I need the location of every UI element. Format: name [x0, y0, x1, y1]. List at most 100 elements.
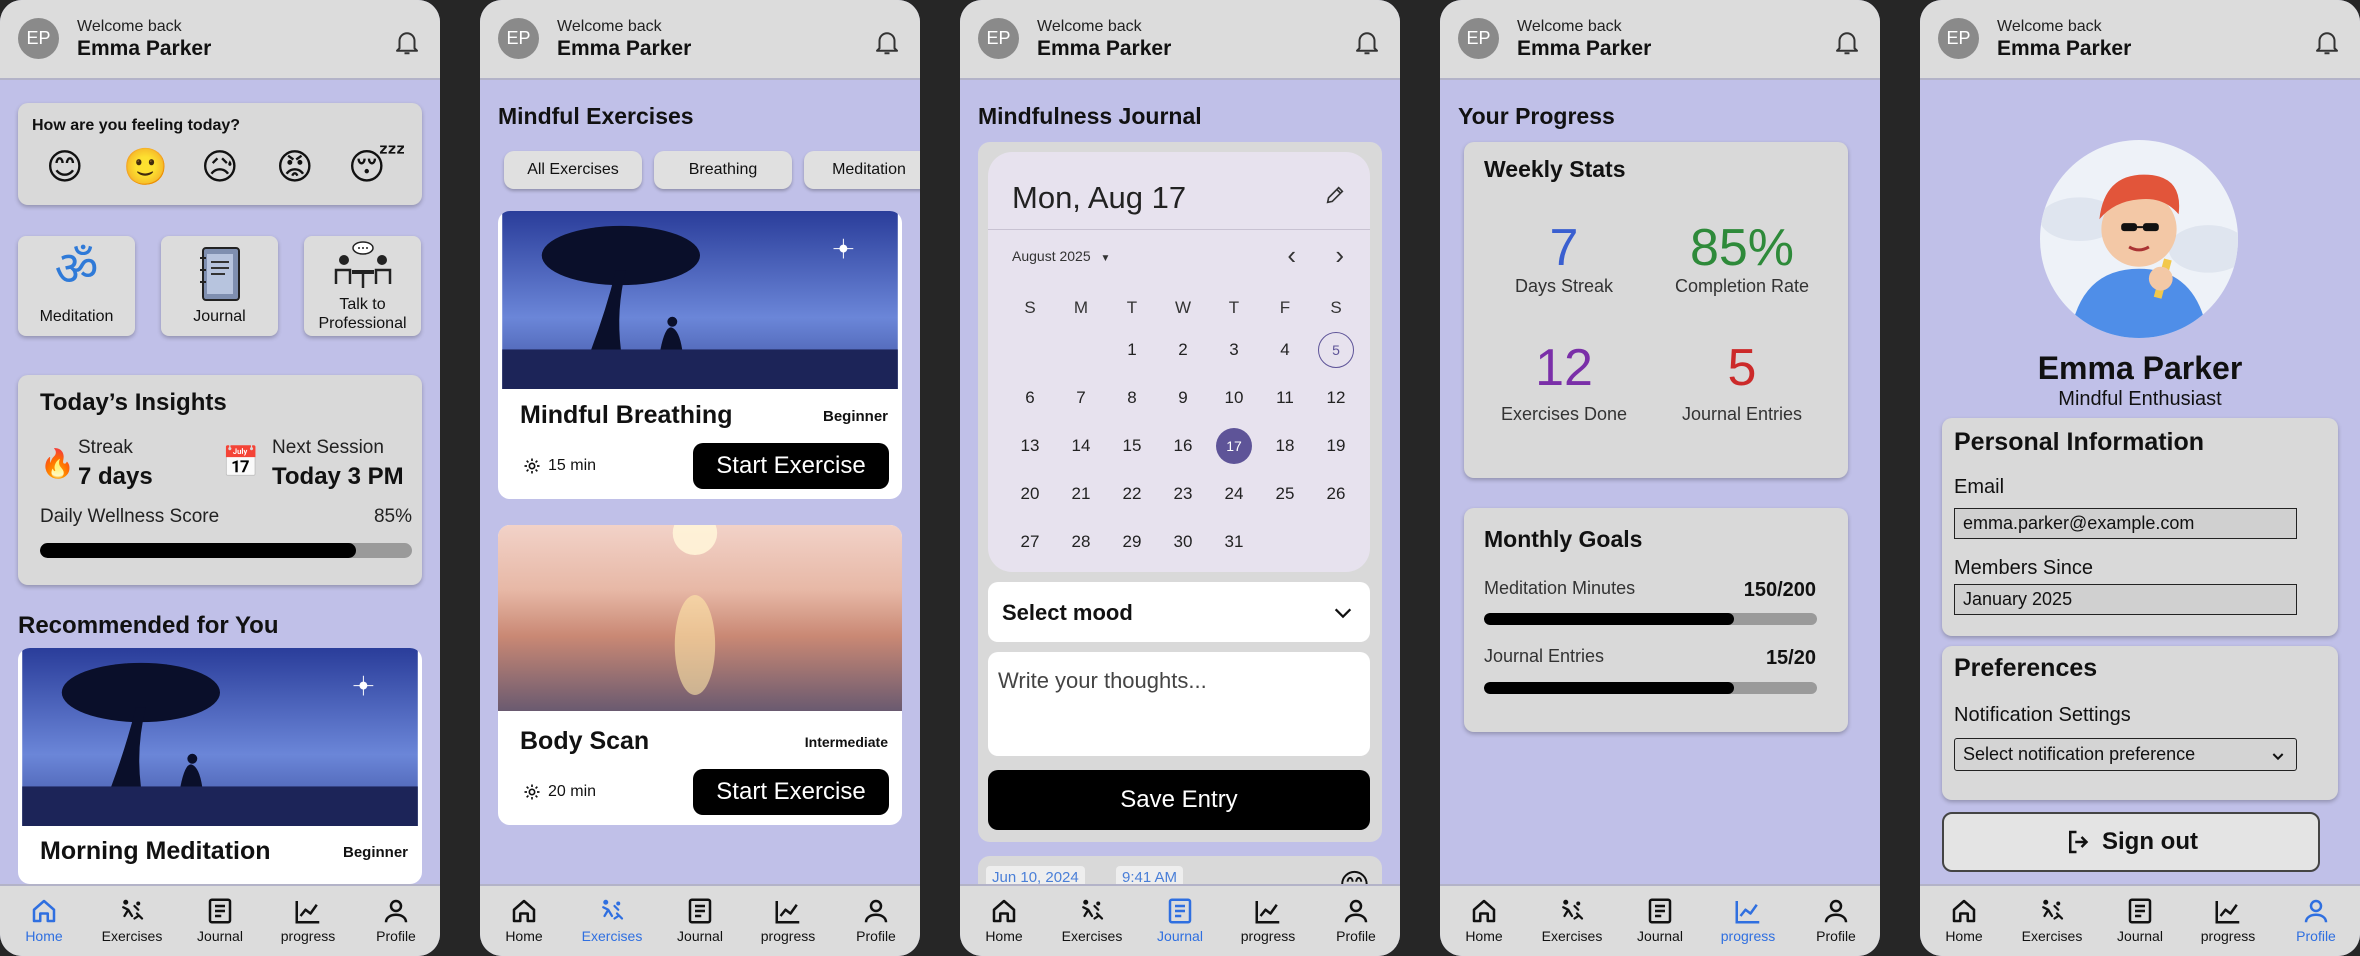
calendar-day[interactable]: 15 [1114, 428, 1150, 464]
exercise-card[interactable]: Mindful Breathing Beginner 15 min Start … [498, 211, 902, 499]
calendar-day[interactable]: 29 [1114, 524, 1150, 560]
avatar[interactable]: EP [18, 18, 59, 59]
tab-exercises[interactable]: Exercises [1048, 886, 1136, 956]
prev-month-icon[interactable]: ‹ [1287, 240, 1296, 271]
tab-home[interactable]: Home [1920, 886, 2008, 956]
calendar-day[interactable]: 6 [1012, 380, 1048, 416]
calendar-day[interactable]: 3 [1216, 332, 1252, 368]
calendar-day[interactable]: 21 [1063, 476, 1099, 512]
bell-icon[interactable] [392, 26, 422, 58]
notification-select[interactable]: Select notification preference [1954, 738, 2297, 771]
tab-progress[interactable]: progress [2184, 886, 2272, 956]
calendar-day[interactable]: 17 [1216, 428, 1252, 464]
tab-journal[interactable]: Journal [1136, 886, 1224, 956]
calendar-day[interactable]: 19 [1318, 428, 1354, 464]
tab-journal[interactable]: Journal [1616, 886, 1704, 956]
mood-sleepy-icon[interactable]: 😴 [348, 147, 406, 187]
calendar-day[interactable]: 28 [1063, 524, 1099, 560]
exercise-card[interactable]: Body Scan Intermediate 20 min Start Exer… [498, 525, 902, 825]
calendar-day[interactable]: 26 [1318, 476, 1354, 512]
mood-card: How are you feeling today? 😊 🙂 😥 😡 😴 [18, 103, 422, 205]
tab-exercises[interactable]: Exercises [1528, 886, 1616, 956]
email-label: Email [1954, 476, 2005, 498]
save-entry-button[interactable]: Save Entry [988, 770, 1370, 830]
avatar[interactable]: EP [498, 18, 539, 59]
tab-profile[interactable]: Profile [352, 886, 440, 956]
tab-progress[interactable]: progress [1224, 886, 1312, 956]
quick-meditation-button[interactable]: ॐ Meditation [18, 236, 135, 336]
calendar-day[interactable]: 12 [1318, 380, 1354, 416]
mood-neutral-icon[interactable]: 🙂 [123, 147, 168, 187]
calendar-day[interactable]: 5 [1318, 332, 1354, 368]
calendar-day[interactable]: 16 [1165, 428, 1201, 464]
calendar-day[interactable]: 22 [1114, 476, 1150, 512]
calendar-day[interactable]: 30 [1165, 524, 1201, 560]
tab-progress[interactable]: progress [1704, 886, 1792, 956]
calendar-day[interactable]: 13 [1012, 428, 1048, 464]
mood-angry-icon[interactable]: 😡 [276, 147, 314, 187]
avatar[interactable]: EP [978, 18, 1019, 59]
calendar-day[interactable]: 31 [1216, 524, 1252, 560]
tab-home[interactable]: Home [1440, 886, 1528, 956]
chip-breathing[interactable]: Breathing [654, 151, 792, 189]
chip-meditation[interactable]: Meditation [804, 151, 920, 189]
thoughts-input[interactable]: Write your thoughts... [988, 652, 1370, 756]
pencil-icon[interactable] [1324, 184, 1346, 206]
calendar-day[interactable]: 18 [1267, 428, 1303, 464]
calendar-day[interactable]: 7 [1063, 380, 1099, 416]
member-since-field[interactable]: January 2025 [1954, 584, 2297, 615]
mood-select[interactable]: Select mood [988, 582, 1370, 642]
tab-journal[interactable]: Journal [2096, 886, 2184, 956]
exercise-name: Body Scan [520, 727, 650, 755]
quick-journal-button[interactable]: Journal [161, 236, 278, 336]
calendar-day[interactable]: 2 [1165, 332, 1201, 368]
bell-icon[interactable] [2312, 26, 2342, 58]
tab-home[interactable]: Home [480, 886, 568, 956]
tab-journal[interactable]: Journal [656, 886, 744, 956]
calendar-day[interactable]: 1 [1114, 332, 1150, 368]
calendar-day[interactable]: 25 [1267, 476, 1303, 512]
tab-profile[interactable]: Profile [832, 886, 920, 956]
email-field[interactable]: emma.parker@example.com [1954, 508, 2297, 539]
tab-exercises[interactable]: Exercises [2008, 886, 2096, 956]
mood-sad-icon[interactable]: 😥 [201, 147, 239, 187]
tab-home[interactable]: Home [0, 886, 88, 956]
mood-happy-icon[interactable]: 😊 [46, 147, 84, 187]
gear-icon [522, 782, 542, 802]
profile-avatar-image[interactable] [2040, 140, 2238, 338]
calendar-day[interactable]: 27 [1012, 524, 1048, 560]
sign-out-button[interactable]: Sign out [1942, 812, 2320, 872]
quick-talk-professional-button[interactable]: Talk to Professional [304, 236, 421, 336]
chip-all-exercises[interactable]: All Exercises [504, 151, 642, 189]
calendar-day[interactable]: 10 [1216, 380, 1252, 416]
start-exercise-button[interactable]: Start Exercise [693, 443, 889, 489]
tab-journal[interactable]: Journal [176, 886, 264, 956]
tab-profile[interactable]: Profile [1792, 886, 1880, 956]
calendar-day[interactable]: 14 [1063, 428, 1099, 464]
user-name: Emma Parker [1037, 37, 1172, 60]
tab-profile[interactable]: Profile [2272, 886, 2360, 956]
calendar-day[interactable]: 24 [1216, 476, 1252, 512]
calendar-day[interactable]: 11 [1267, 380, 1303, 416]
calendar-day[interactable]: 23 [1165, 476, 1201, 512]
next-month-icon[interactable]: › [1335, 240, 1344, 271]
calendar-day[interactable]: 20 [1012, 476, 1048, 512]
notebook-icon [200, 247, 240, 301]
calendar-day[interactable]: 8 [1114, 380, 1150, 416]
tab-profile[interactable]: Profile [1312, 886, 1400, 956]
tab-home[interactable]: Home [960, 886, 1048, 956]
tab-exercises[interactable]: Exercises [568, 886, 656, 956]
start-exercise-button[interactable]: Start Exercise [693, 769, 889, 815]
tab-exercises[interactable]: Exercises [88, 886, 176, 956]
calendar-day[interactable]: 9 [1165, 380, 1201, 416]
recommended-card[interactable]: Morning Meditation Beginner [18, 648, 422, 884]
avatar[interactable]: EP [1938, 18, 1979, 59]
month-selector[interactable]: August 2025 ▼ [1012, 248, 1110, 264]
tab-progress[interactable]: progress [264, 886, 352, 956]
avatar[interactable]: EP [1458, 18, 1499, 59]
tab-progress[interactable]: progress [744, 886, 832, 956]
bell-icon[interactable] [1832, 26, 1862, 58]
bell-icon[interactable] [1352, 26, 1382, 58]
bell-icon[interactable] [872, 26, 902, 58]
calendar-day[interactable]: 4 [1267, 332, 1303, 368]
